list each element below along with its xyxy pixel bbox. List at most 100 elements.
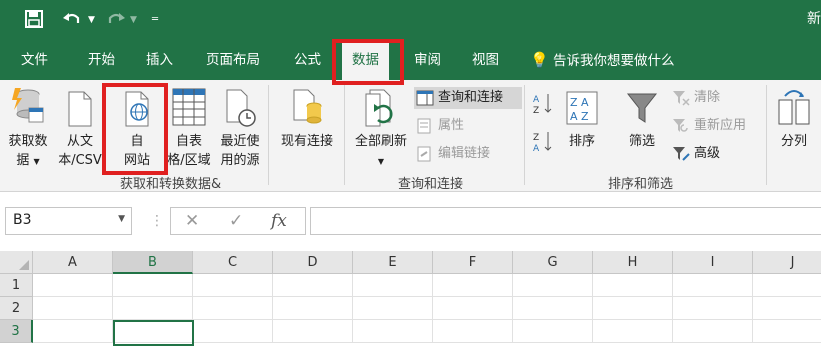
tab-page-layout[interactable]: 页面布局 [206,40,260,80]
cell-a2[interactable] [33,297,113,320]
existing-connections-button[interactable]: 现有连接 [274,86,340,151]
cell-j3[interactable] [753,320,821,343]
cell-a1[interactable] [33,274,113,297]
cell-j1[interactable] [753,274,821,297]
advanced-filter-button[interactable]: 高级 [670,143,720,165]
cell-h1[interactable] [593,274,673,297]
group-label-get-transform: 获取和转换数据& [120,177,222,192]
save-icon[interactable] [25,10,43,33]
column-header-a[interactable]: A [33,251,113,274]
recent-sources-label-1: 最近使 [220,134,260,149]
tab-file[interactable]: 文件 [21,40,48,80]
row-header-2[interactable]: 2 [0,297,33,320]
web-page-icon [125,91,149,127]
recent-sources-button[interactable]: 最近使 用的源 [215,86,265,170]
undo-dropdown-icon[interactable]: ▼ [88,10,95,30]
tab-view[interactable]: 视图 [472,40,499,80]
properties-button[interactable]: 属性 [414,115,464,137]
name-box-dropdown-icon[interactable]: ▼ [118,214,125,224]
row-header-1[interactable]: 1 [0,274,33,297]
sort-ascending-button[interactable]: AZ [532,92,556,120]
cell-c1[interactable] [193,274,273,297]
edit-links-button[interactable]: 编辑链接 [414,143,490,165]
column-header-j[interactable]: J [753,251,821,274]
cancel-icon[interactable]: ✕ [185,211,199,231]
cell-d2[interactable] [273,297,353,320]
cell-f3[interactable] [433,320,513,343]
cell-d3[interactable] [273,320,353,343]
cell-b2[interactable] [113,297,193,320]
cell-j2[interactable] [753,297,821,320]
svg-text:A Z: A Z [570,110,589,123]
cell-g3[interactable] [513,320,593,343]
active-cell-b3[interactable] [113,320,194,346]
column-header-i[interactable]: I [673,251,753,274]
redo-icon[interactable] [106,10,126,33]
cell-i1[interactable] [673,274,753,297]
cell-a3[interactable] [33,320,113,343]
worksheet-grid: A B C D E F G H I J 1 2 3 [0,251,821,346]
tab-home[interactable]: 开始 [88,40,115,80]
ribbon-separator [268,85,269,185]
cell-g2[interactable] [513,297,593,320]
insert-function-icon[interactable]: fx [271,211,287,231]
funnel-icon [626,93,658,123]
enter-icon[interactable]: ✓ [229,211,243,231]
tab-insert[interactable]: 插入 [146,40,173,80]
cell-c2[interactable] [193,297,273,320]
from-text-csv-button[interactable]: 从文 本/CSV [53,86,107,170]
customize-icon[interactable]: ═ [152,10,158,30]
text-to-columns-button[interactable]: 分列 [772,86,816,151]
sort-dialog-icon: Z A A Z [566,91,598,125]
cell-e2[interactable] [353,297,433,320]
refresh-all-button[interactable]: 全部刷新 ▼ [348,86,414,171]
cell-g1[interactable] [513,274,593,297]
from-table-range-button[interactable]: 自表 格/区域 [164,86,214,170]
tab-data[interactable]: 数据 [342,42,389,80]
from-web-button[interactable]: 自 网站 [110,86,164,170]
cell-f2[interactable] [433,297,513,320]
column-header-f[interactable]: F [433,251,513,274]
cell-h2[interactable] [593,297,673,320]
database-icon [12,88,44,123]
title-bar: ▼ ▼ ═ 新 [0,0,821,40]
cell-e1[interactable] [353,274,433,297]
cell-e3[interactable] [353,320,433,343]
tell-me-box[interactable]: 💡 告诉我你想要做什么 [530,40,674,80]
formula-bar-grip-icon: ⋮ [150,213,164,229]
cell-d1[interactable] [273,274,353,297]
sort-button[interactable]: Z A A Z 排序 [562,86,602,151]
cell-h3[interactable] [593,320,673,343]
cell-c3[interactable] [193,320,273,343]
from-web-label-1: 自 [130,134,144,149]
text-file-icon [68,91,92,127]
cell-f1[interactable] [433,274,513,297]
column-header-c[interactable]: C [193,251,273,274]
row-header-3[interactable]: 3 [0,320,33,343]
tab-formulas[interactable]: 公式 [294,40,321,80]
cell-i3[interactable] [673,320,753,343]
reapply-button[interactable]: 重新应用 [670,115,746,137]
sort-descending-button[interactable]: ZA [532,130,556,158]
filter-button[interactable]: 筛选 [620,86,664,151]
clear-filter-button[interactable]: 清除 [670,87,720,109]
select-all-button[interactable] [0,251,33,274]
redo-dropdown-icon[interactable]: ▼ [130,10,137,30]
column-header-d[interactable]: D [273,251,353,274]
ribbon-separator [344,85,345,185]
properties-icon [417,118,431,134]
undo-icon[interactable] [62,10,82,33]
cell-b1[interactable] [113,274,193,297]
tab-review[interactable]: 审阅 [414,40,441,80]
cell-i2[interactable] [673,297,753,320]
name-box-value: B3 [13,212,32,228]
formula-input[interactable] [310,207,821,235]
queries-connections-button[interactable]: 查询和连接 [414,87,522,109]
column-header-b[interactable]: B [113,251,193,274]
column-header-h[interactable]: H [593,251,673,274]
get-data-button[interactable]: 获取数 据 ▼ [3,86,53,171]
name-box[interactable]: B3 ▼ [5,207,132,235]
group-label-queries: 查询和连接 [398,177,464,192]
column-header-e[interactable]: E [353,251,433,274]
column-header-g[interactable]: G [513,251,593,274]
